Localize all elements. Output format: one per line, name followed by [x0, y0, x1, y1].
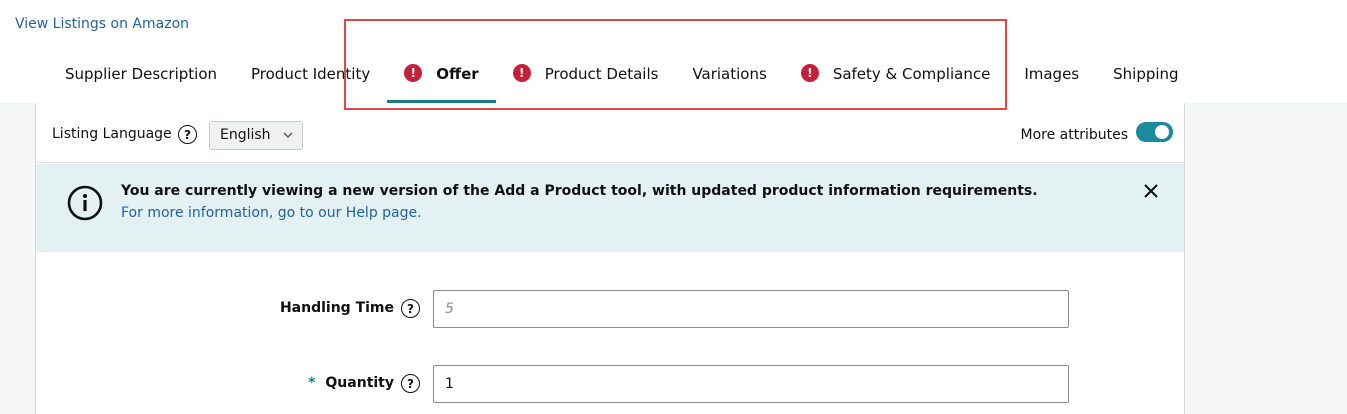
quantity-label: * Quantity: [308, 375, 394, 391]
info-icon: [67, 185, 103, 221]
listing-language-label: Listing Language: [52, 126, 172, 142]
tab-safety-compliance[interactable]: ! Safety & Compliance: [784, 44, 1008, 104]
close-icon[interactable]: [1143, 183, 1159, 199]
quantity-label-text: Quantity: [325, 375, 394, 391]
more-attributes-label: More attributes: [1020, 127, 1128, 143]
question-mark-icon[interactable]: ?: [178, 125, 197, 144]
tab-label: Offer: [436, 65, 479, 83]
language-selected-value: English: [220, 127, 271, 143]
tab-label: Supplier Description: [65, 65, 217, 83]
question-mark-icon[interactable]: ?: [401, 374, 420, 393]
required-marker: *: [308, 375, 316, 391]
tab-product-identity[interactable]: Product Identity: [234, 44, 387, 104]
language-select[interactable]: English: [209, 121, 303, 150]
quantity-row: * Quantity ?: [36, 365, 1184, 405]
handling-time-input[interactable]: [433, 290, 1069, 328]
tab-label: Product Details: [544, 65, 659, 83]
exclamation-icon: !: [800, 64, 819, 82]
tab-images[interactable]: Images: [1007, 44, 1096, 104]
info-banner: You are currently viewing a new version …: [36, 164, 1184, 252]
toggle-knob: [1155, 125, 1169, 139]
language-bar: Listing Language ? English More attribut…: [36, 103, 1184, 163]
tab-supplier-description[interactable]: Supplier Description: [48, 44, 234, 104]
question-mark-icon[interactable]: ?: [401, 299, 420, 318]
more-attributes-toggle[interactable]: [1136, 122, 1173, 142]
tab-variations[interactable]: Variations: [675, 44, 783, 104]
banner-title: You are currently viewing a new version …: [121, 183, 1038, 199]
tab-offer[interactable]: ! Offer: [387, 44, 497, 104]
help-page-link[interactable]: For more information, go to our Help pag…: [121, 205, 422, 221]
tab-label: Safety & Compliance: [832, 65, 991, 83]
tab-shipping[interactable]: Shipping: [1096, 44, 1195, 104]
tab-label: Variations: [692, 65, 767, 83]
tab-label: Product Identity: [251, 65, 371, 83]
form-panel: Listing Language ? English More attribut…: [35, 103, 1185, 414]
exclamation-icon: !: [404, 64, 423, 82]
quantity-input[interactable]: [433, 365, 1069, 403]
exclamation-icon: !: [512, 64, 531, 82]
view-listings-link[interactable]: View Listings on Amazon: [15, 16, 189, 32]
chevron-down-icon: [283, 132, 293, 139]
tab-product-details[interactable]: ! Product Details: [496, 44, 676, 104]
tab-label: Images: [1024, 65, 1080, 83]
tab-label: Shipping: [1113, 65, 1179, 83]
tab-bar: Supplier Description Product Identity ! …: [48, 44, 1196, 104]
handling-time-label: Handling Time: [279, 300, 394, 316]
handling-time-row: Handling Time ?: [36, 290, 1184, 330]
